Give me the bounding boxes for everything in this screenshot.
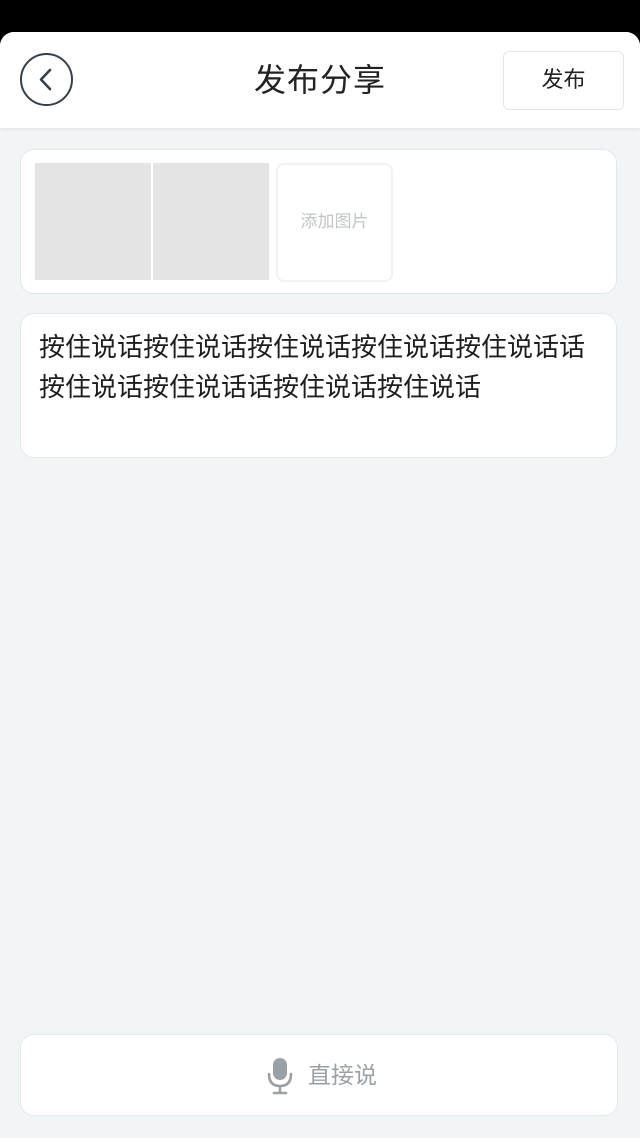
publish-share-screen: 发布分享 发布 添加图片 按住说话按住说话按住说话按住说话按住说话话按住说话按住… [0, 32, 640, 1138]
post-content-text[interactable]: 按住说话按住说话按住说话按住说话按住说话话按住说话按住说话话按住说话按住说话 [39, 328, 609, 408]
voice-input-button[interactable]: 直接说 [20, 1034, 618, 1116]
back-button[interactable] [20, 53, 73, 106]
image-picker-card: 添加图片 [20, 149, 617, 294]
header-bar: 发布分享 发布 [0, 32, 640, 128]
page-title: 发布分享 [253, 61, 386, 99]
add-image-button[interactable]: 添加图片 [276, 163, 393, 282]
voice-input-label: 直接说 [308, 1063, 377, 1089]
chevron-left-icon [39, 68, 52, 91]
post-content-card[interactable]: 按住说话按住说话按住说话按住说话按住说话话按住说话按住说话话按住说话按住说话 [20, 313, 617, 458]
image-thumbnail[interactable] [35, 163, 151, 280]
voice-input-inner: 直接说 [266, 1056, 377, 1096]
image-thumbnail[interactable] [153, 163, 269, 280]
microphone-icon [267, 1058, 293, 1095]
publish-button[interactable]: 发布 [503, 51, 624, 110]
